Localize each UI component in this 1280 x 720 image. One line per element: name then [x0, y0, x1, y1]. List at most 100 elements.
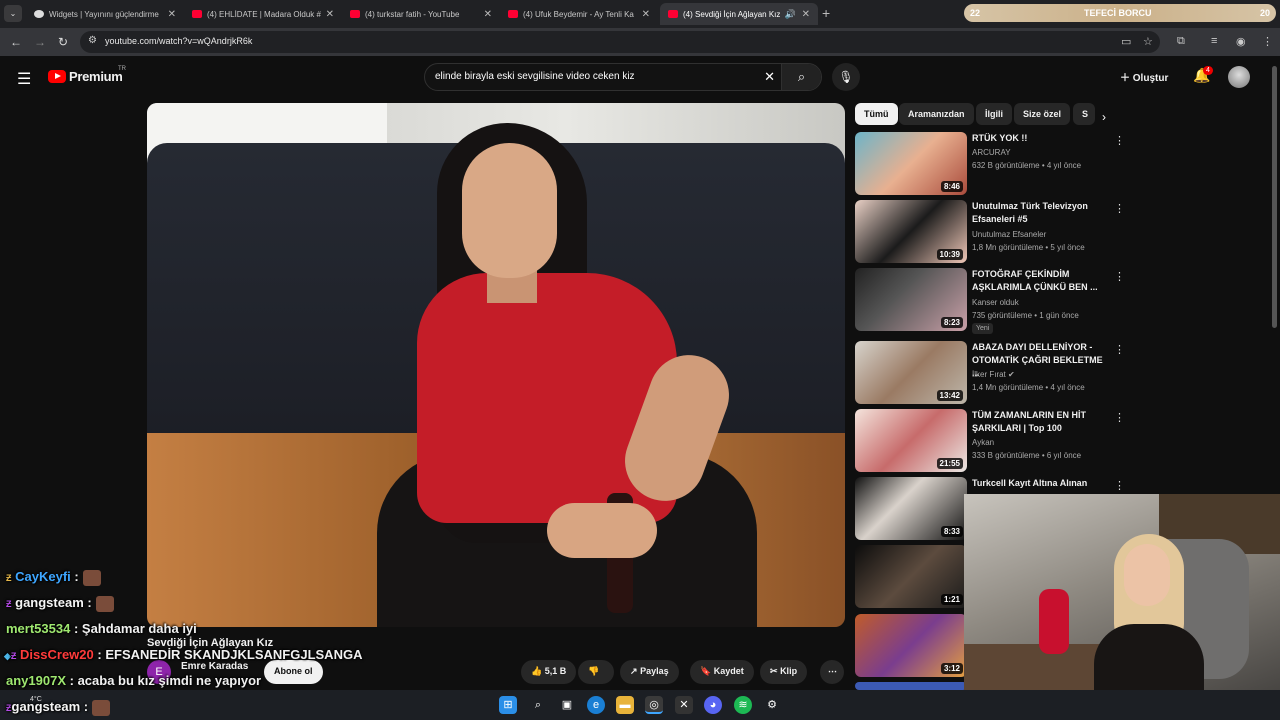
clear-search-icon[interactable]: ✕: [764, 69, 775, 85]
spotify-icon[interactable]: ≋: [734, 696, 752, 714]
like-button[interactable]: 👍 5,1 B: [521, 660, 577, 684]
overlay-title: TEFECİ BORCU: [1084, 8, 1152, 18]
related-channel[interactable]: Aykan: [972, 438, 994, 447]
menu-hamburger-icon[interactable]: ☰: [17, 69, 31, 89]
profile-icon[interactable]: ◉: [1236, 35, 1246, 48]
related-title[interactable]: Unutulmaz Türk Televizyon Efsaneleri #5: [972, 200, 1112, 226]
chrome-icon[interactable]: ◎: [645, 696, 663, 714]
tab-search-button[interactable]: ⌄: [4, 5, 22, 22]
tab-ehlidate[interactable]: (4) EHLİDATE | Madara Olduk # ✕: [184, 3, 342, 25]
account-avatar[interactable]: [1228, 66, 1250, 88]
tab-label: (4) Ufuk Beydemir - Ay Tenli Ka: [523, 9, 634, 19]
tab-widgets[interactable]: Widgets | Yayınını güçlendirme ✕: [26, 3, 184, 25]
chip-for-you[interactable]: Size özel: [1014, 103, 1071, 125]
more-options-icon[interactable]: ⋮: [1114, 134, 1125, 147]
voice-search-icon[interactable]: 🎙: [832, 63, 860, 91]
related-title[interactable]: TÜM ZAMANLARIN EN HİT ŞARKILARI | Top 10…: [972, 409, 1112, 435]
related-thumbnail[interactable]: [855, 682, 967, 690]
related-channel[interactable]: Unutulmaz Efsaneler: [972, 230, 1046, 239]
chat-separator: :: [93, 647, 102, 662]
video-frame-person: [377, 123, 757, 627]
related-meta: 735 görüntüleme • 1 gün önce: [972, 311, 1079, 320]
dislike-button[interactable]: 👎: [578, 660, 614, 684]
related-thumbnail[interactable]: 10:39: [855, 200, 967, 263]
related-thumbnail[interactable]: 3:12: [855, 614, 967, 677]
save-button[interactable]: 🔖 Kaydet: [690, 660, 754, 684]
related-title[interactable]: RTÜK YOK !!: [972, 132, 1112, 145]
more-options-icon[interactable]: ⋮: [1114, 202, 1125, 215]
url-bar[interactable]: ⚙ youtube.com/watch?v=wQAndrjkR6k: [80, 31, 1160, 53]
related-channel[interactable]: ARCURAY: [972, 148, 1011, 157]
related-thumbnail[interactable]: 8:46: [855, 132, 967, 195]
chip-more[interactable]: S: [1073, 103, 1095, 125]
search-box[interactable]: elinde birayla eski sevgilisine video ce…: [424, 63, 822, 91]
share-button[interactable]: ↗ Paylaş: [620, 660, 679, 684]
thumbs-up-icon: 👍: [531, 666, 543, 676]
close-tab-icon[interactable]: ✕: [802, 9, 810, 20]
page-scrollbar[interactable]: [1272, 66, 1277, 328]
region-code: TR: [118, 66, 126, 72]
media-control-icon[interactable]: ≡: [1211, 35, 1217, 47]
chip-from-search[interactable]: Aramanızdan: [899, 103, 974, 125]
search-input[interactable]: elinde birayla eski sevgilisine video ce…: [435, 71, 635, 82]
related-thumbnail[interactable]: 13:42: [855, 341, 967, 404]
browser-tab-bar: ⌄ Widgets | Yayınını güçlendirme ✕ (4) E…: [0, 0, 1280, 28]
discord-icon[interactable]: ◕: [704, 696, 722, 714]
cast-icon[interactable]: ▭: [1121, 35, 1131, 48]
more-options-icon[interactable]: ⋮: [1114, 270, 1125, 283]
more-options-icon[interactable]: ⋮: [1114, 411, 1125, 424]
clip-button[interactable]: ✂ Klip: [760, 660, 808, 684]
new-tab-icon[interactable]: +: [822, 5, 830, 21]
tab-turkstar[interactable]: (4) turkstar fatih - YouTube ✕: [342, 3, 500, 25]
new-badge: Yeni: [972, 323, 994, 334]
chat-emote-icon: [92, 699, 111, 716]
close-tab-icon[interactable]: ✕: [168, 9, 176, 20]
file-explorer-icon[interactable]: ▬: [616, 696, 634, 714]
chip-related[interactable]: İlgili: [976, 103, 1012, 125]
forward-icon[interactable]: →: [34, 35, 46, 49]
related-thumbnail[interactable]: 21:55: [855, 409, 967, 472]
x-app-icon[interactable]: ✕: [675, 696, 693, 714]
related-channel-verified[interactable]: İlker Fırat ✔: [972, 370, 1015, 379]
bookmark-star-icon[interactable]: ☆: [1143, 35, 1153, 48]
close-tab-icon[interactable]: ✕: [326, 9, 334, 20]
channel-name[interactable]: Emre Karadas: [181, 661, 248, 672]
related-thumbnail[interactable]: 8:23: [855, 268, 967, 331]
browser-menu-icon[interactable]: ⋮: [1262, 35, 1273, 48]
more-options-icon[interactable]: ⋮: [1114, 479, 1125, 492]
video-player[interactable]: [147, 103, 845, 627]
tab-active-video[interactable]: (4) Sevdiği İçin Ağlayan Kız 🔊 ✕: [660, 3, 818, 25]
youtube-premium-logo[interactable]: Premium TR: [48, 66, 126, 84]
edge-icon[interactable]: e: [587, 696, 605, 714]
windows-taskbar: [0, 690, 1280, 720]
related-thumbnail[interactable]: 1:21: [855, 545, 967, 608]
chip-all[interactable]: Tümü: [855, 103, 898, 125]
app-tray-icon[interactable]: ⚙: [763, 696, 781, 714]
audio-playing-icon[interactable]: 🔊: [785, 9, 796, 20]
related-title[interactable]: FOTOĞRAF ÇEKİNDİM AŞKLARIMLA ÇÜNKÜ BEN .…: [972, 268, 1112, 294]
tab-ufuk-beydemir[interactable]: (4) Ufuk Beydemir - Ay Tenli Ka ✕: [500, 3, 658, 25]
more-actions-button[interactable]: ⋯: [820, 660, 844, 684]
site-info-icon[interactable]: ⚙: [88, 35, 97, 46]
subscribe-button[interactable]: Abone ol: [264, 660, 323, 684]
overlay-right-number: 20: [1259, 8, 1270, 18]
search-button[interactable]: ⌕: [781, 64, 821, 90]
related-channel[interactable]: Kanser olduk: [972, 298, 1019, 307]
create-button[interactable]: ＋ Oluştur: [1120, 69, 1168, 84]
chat-username: gangsteam: [15, 595, 84, 610]
close-tab-icon[interactable]: ✕: [642, 9, 650, 20]
back-icon[interactable]: ←: [10, 35, 22, 49]
related-title[interactable]: Turkcell Kayıt Altına Alınan: [972, 477, 1108, 490]
youtube-play-icon: [48, 70, 66, 83]
taskbar-search-icon[interactable]: ⌕: [529, 696, 547, 714]
close-tab-icon[interactable]: ✕: [484, 9, 492, 20]
reload-icon[interactable]: ↻: [58, 35, 68, 49]
related-thumbnail[interactable]: 8:33: [855, 477, 967, 540]
tab-label: (4) EHLİDATE | Madara Olduk #: [207, 9, 321, 19]
more-options-icon[interactable]: ⋮: [1114, 343, 1125, 356]
extensions-icon[interactable]: ⧉: [1177, 35, 1185, 48]
windows-start-icon[interactable]: ⊞: [499, 696, 517, 714]
chevron-right-icon[interactable]: ›: [1102, 110, 1106, 124]
task-view-icon[interactable]: ▣: [558, 696, 576, 714]
thumbs-down-icon: 👎: [588, 666, 600, 676]
